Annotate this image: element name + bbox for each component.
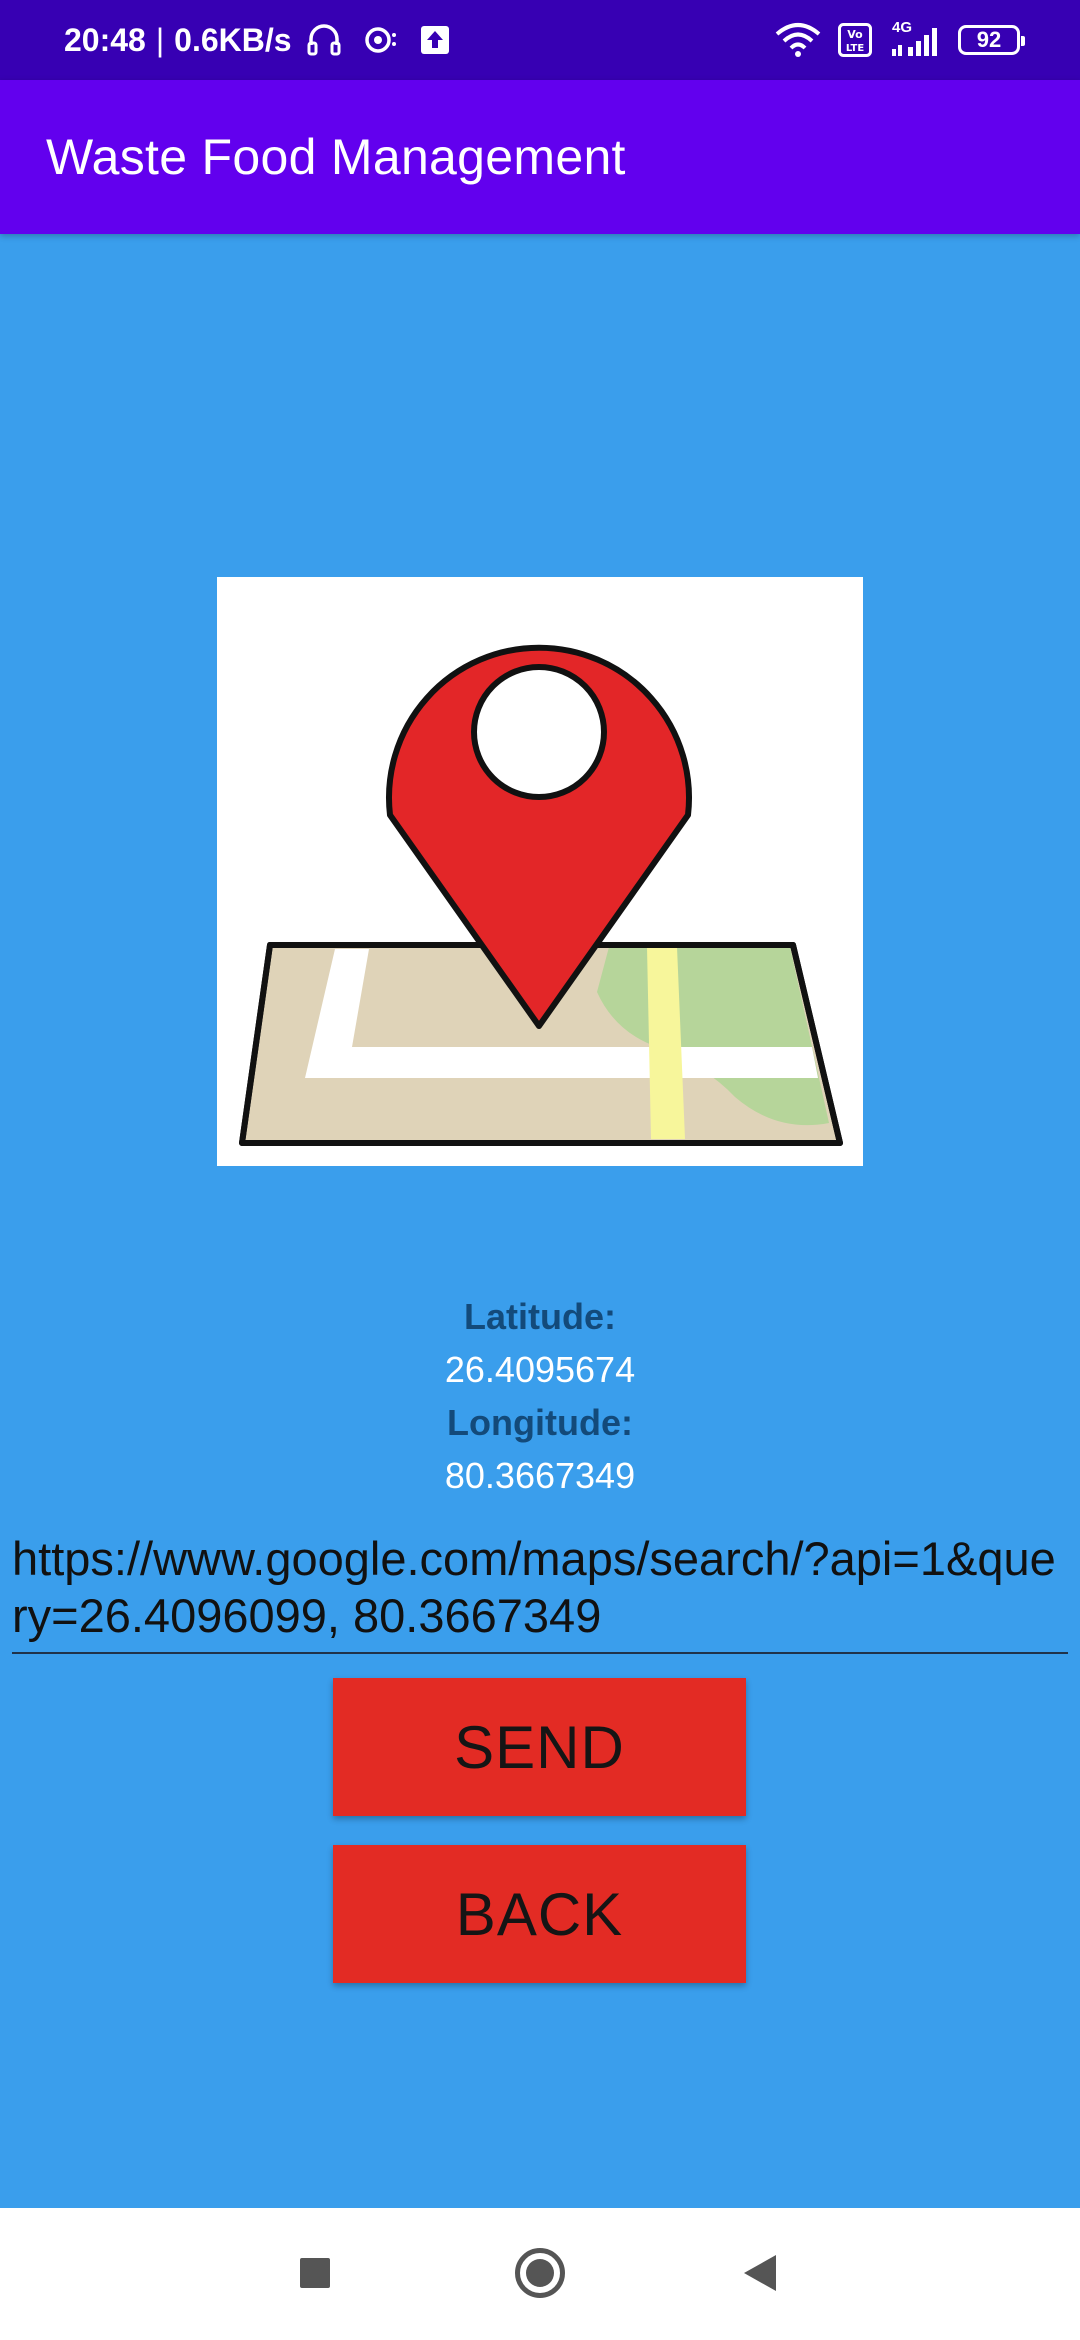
- maps-link-field[interactable]: https://www.google.com/maps/search/?api=…: [12, 1530, 1068, 1644]
- maps-link-underline: [12, 1652, 1068, 1654]
- status-time: 20:48: [64, 21, 146, 58]
- home-icon[interactable]: [515, 2248, 565, 2298]
- svg-text:Vo: Vo: [847, 28, 863, 41]
- back-icon[interactable]: [744, 2255, 776, 2291]
- navigation-bar: [0, 2208, 1080, 2340]
- headphones-icon: [306, 23, 342, 57]
- latitude-value: 26.4095674: [444, 1349, 636, 1390]
- location-coordinates: Latitude: 26.4095674 Longitude: 80.36673…: [0, 1290, 1080, 1502]
- battery-icon: 92: [958, 25, 1025, 55]
- volte-icon: Vo LTE: [838, 23, 872, 57]
- back-button[interactable]: BACK: [333, 1845, 746, 1983]
- signal-icon: 4G: [888, 19, 942, 57]
- status-separator: |: [155, 21, 165, 58]
- status-left: 20:48 | 0.6KB/s: [64, 0, 450, 80]
- app-title: Waste Food Management: [46, 129, 626, 185]
- app-bar: Waste Food Management: [0, 80, 1080, 234]
- network-type: 4G: [892, 19, 913, 36]
- latitude-label: Latitude:: [464, 1296, 616, 1337]
- battery-level: 92: [976, 27, 1002, 52]
- longitude-label: Longitude:: [447, 1402, 633, 1443]
- hotspot-icon: [364, 25, 400, 55]
- map-location-image: [217, 577, 863, 1166]
- recents-icon[interactable]: [300, 2258, 330, 2288]
- longitude-value: 80.3667349: [444, 1455, 636, 1496]
- send-button[interactable]: SEND: [333, 1678, 746, 1816]
- status-speed: 0.6KB/s: [174, 21, 292, 58]
- wifi-icon: [774, 22, 822, 58]
- status-right: Vo LTE 4G 92: [774, 0, 1025, 80]
- status-bar: 20:48 | 0.6KB/s Vo LTE 4G 92: [0, 0, 1080, 80]
- svg-text:LTE: LTE: [846, 43, 865, 54]
- upload-icon: [420, 25, 450, 55]
- map-location-pin-icon: [239, 644, 843, 1146]
